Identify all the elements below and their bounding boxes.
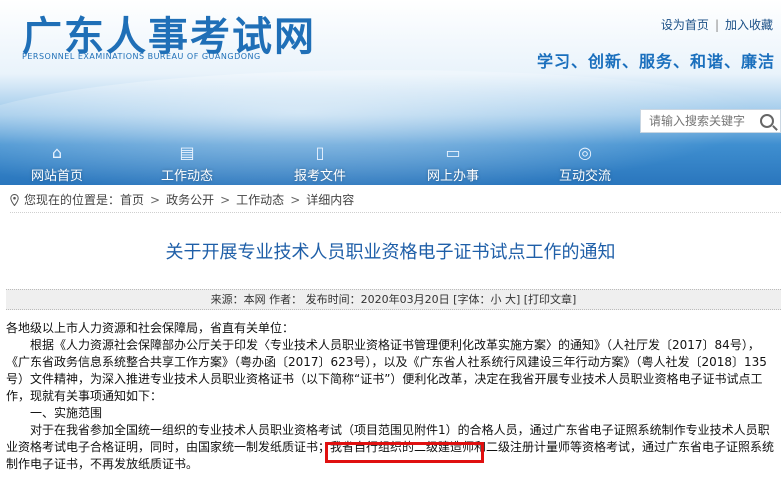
top-links: 设为首页 | 加入收藏 bbox=[661, 16, 773, 33]
nav-item-label: 报考文件 bbox=[293, 169, 346, 184]
print-article-link[interactable]: [打印文章] bbox=[524, 293, 577, 306]
article-date: 发布时间：2020年03月20日 bbox=[305, 293, 450, 306]
nav-item-label: 网站首页 bbox=[30, 169, 83, 184]
breadcrumb-home[interactable]: 首页 bbox=[120, 193, 144, 207]
add-favorite-link[interactable]: 加入收藏 bbox=[725, 18, 773, 32]
nav-item-label: 工作动态 bbox=[160, 169, 213, 184]
nav-item-label: 互动交流 bbox=[558, 169, 611, 184]
article-author: 作者： bbox=[269, 293, 303, 306]
breadcrumb-current: 详细内容 bbox=[306, 193, 355, 207]
nav-item-online-service[interactable]: ▭ 网上办事 bbox=[408, 142, 498, 185]
search-icon[interactable] bbox=[760, 114, 774, 128]
nav-item-label: 网上办事 bbox=[426, 169, 479, 184]
main-nav: ⌂ 网站首页 ▤ 工作动态 ▯ 报考文件 ▭ 网上办事 ◎ 互动交流 bbox=[0, 142, 781, 185]
breadcrumb: 您现在的位置是：首页 > 政务公开 > 工作动态 > 详细内容 bbox=[10, 191, 354, 208]
font-size-toggle[interactable]: [字体：小 大] bbox=[453, 293, 520, 306]
breadcrumb-separator: > bbox=[150, 193, 161, 207]
nav-item-news[interactable]: ▤ 工作动态 bbox=[142, 142, 232, 185]
location-pin-icon bbox=[10, 194, 19, 206]
breadcrumb-work-news[interactable]: 工作动态 bbox=[236, 193, 284, 207]
news-icon: ▤ bbox=[179, 143, 195, 162]
article-meta-bar: 来源：本网 作者： 发布时间：2020年03月20日 [字体：小 大] [打印文… bbox=[6, 289, 781, 310]
breadcrumb-divider bbox=[10, 212, 781, 213]
site-header: 广东人事考试网 PERSONNEL EXAMINATIONS BUREAU OF… bbox=[0, 0, 781, 185]
breadcrumb-gov-affairs[interactable]: 政务公开 bbox=[166, 193, 214, 207]
nav-item-documents[interactable]: ▯ 报考文件 bbox=[275, 142, 365, 185]
breadcrumb-prefix: 您现在的位置是： bbox=[24, 193, 121, 207]
nav-item-interaction[interactable]: ◎ 互动交流 bbox=[540, 142, 630, 185]
search-box bbox=[640, 109, 781, 133]
article-source: 来源：本网 bbox=[210, 293, 266, 306]
article-paragraph: 各地级以上市人力资源和社会保障局，省直有关单位： bbox=[6, 321, 295, 335]
document-icon: ▯ bbox=[315, 143, 325, 162]
chat-icon: ◎ bbox=[578, 143, 592, 162]
breadcrumb-separator: > bbox=[220, 193, 231, 207]
nav-item-home[interactable]: ⌂ 网站首页 bbox=[12, 142, 102, 185]
top-links-divider: | bbox=[714, 18, 719, 32]
breadcrumb-separator: > bbox=[290, 193, 301, 207]
set-homepage-link[interactable]: 设为首页 bbox=[661, 18, 709, 32]
article-section-heading: 一、实施范围 bbox=[30, 406, 103, 420]
online-service-icon: ▭ bbox=[445, 143, 461, 162]
highlight-annotation-box bbox=[325, 442, 484, 463]
search-input[interactable] bbox=[641, 110, 761, 132]
article-title: 关于开展专业技术人员职业资格电子证书试点工作的通知 bbox=[165, 242, 616, 263]
site-logo-subtitle: PERSONNEL EXAMINATIONS BUREAU OF GUANGDO… bbox=[22, 52, 261, 61]
article-paragraph: 根据《人力资源社会保障部办公厅关于印发〈专业技术人员职业资格证书管理便利化改革实… bbox=[6, 338, 767, 403]
site-slogan: 学习、创新、服务、和谐、廉洁 bbox=[536, 52, 775, 71]
home-icon: ⌂ bbox=[51, 143, 63, 162]
